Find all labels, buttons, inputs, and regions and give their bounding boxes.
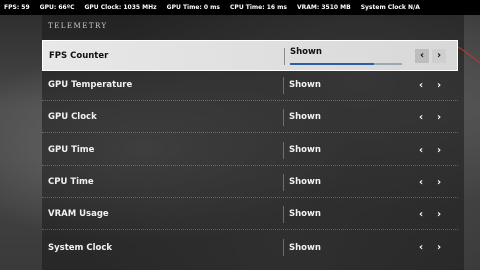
value-progress-bar bbox=[290, 63, 402, 65]
section-title: TELEMETRY bbox=[48, 22, 108, 30]
progress-fill bbox=[290, 63, 374, 65]
setting-row-gpu-temperature[interactable]: GPU Temperature Shown ‹ › bbox=[42, 70, 458, 101]
setting-row-cpu-time[interactable]: CPU Time Shown ‹ › bbox=[42, 167, 458, 198]
setting-label: CPU Time bbox=[48, 177, 94, 187]
hud-gpu-clock: GPU Clock: 1035 MHz bbox=[84, 4, 157, 11]
setting-value: Shown bbox=[289, 209, 321, 219]
row-divider bbox=[283, 239, 284, 256]
chevron-right-icon[interactable]: › bbox=[432, 48, 446, 63]
row-divider bbox=[284, 48, 285, 65]
setting-value: Shown bbox=[289, 145, 321, 155]
row-divider bbox=[283, 174, 284, 191]
chevron-left-icon[interactable]: ‹ bbox=[414, 78, 428, 92]
row-divider bbox=[283, 206, 284, 223]
setting-row-system-clock[interactable]: System Clock Shown ‹ › bbox=[42, 232, 458, 263]
setting-row-gpu-clock[interactable]: GPU Clock Shown ‹ › bbox=[42, 102, 458, 133]
chevron-right-icon[interactable]: › bbox=[432, 207, 446, 221]
chevron-right-icon[interactable]: › bbox=[432, 78, 446, 92]
chevron-right-icon[interactable]: › bbox=[432, 175, 446, 189]
setting-row-gpu-time[interactable]: GPU Time Shown ‹ › bbox=[42, 135, 458, 166]
hud-gpu-time: GPU Time: 0 ms bbox=[166, 4, 221, 11]
row-divider bbox=[283, 142, 284, 159]
chevron-left-icon[interactable]: ‹ bbox=[414, 110, 428, 124]
chevron-left-icon[interactable]: ‹ bbox=[414, 207, 428, 221]
setting-value: Shown bbox=[289, 177, 321, 187]
chevron-left-icon[interactable]: ‹ bbox=[415, 48, 429, 63]
setting-label: VRAM Usage bbox=[48, 209, 109, 219]
setting-value: Shown bbox=[289, 80, 321, 90]
setting-label: System Clock bbox=[48, 242, 113, 253]
setting-label: GPU Clock bbox=[48, 112, 97, 122]
chevron-right-icon[interactable]: › bbox=[432, 143, 446, 157]
setting-row-vram-usage[interactable]: VRAM Usage Shown ‹ › bbox=[42, 199, 458, 230]
row-divider bbox=[283, 77, 284, 94]
hud-fps: FPS: 59 bbox=[4, 4, 30, 11]
chevron-left-icon[interactable]: ‹ bbox=[414, 175, 428, 189]
hud-system-clock: System Clock N/A bbox=[360, 4, 420, 11]
chevron-left-icon[interactable]: ‹ bbox=[414, 241, 428, 255]
hud-vram: VRAM: 3510 MB bbox=[297, 4, 351, 11]
setting-value: Shown bbox=[290, 47, 322, 57]
chevron-left-icon[interactable]: ‹ bbox=[414, 143, 428, 157]
setting-value: Shown bbox=[289, 112, 321, 122]
chevron-right-icon[interactable]: › bbox=[432, 241, 446, 255]
row-divider bbox=[283, 109, 284, 126]
telemetry-hud-bar: FPS: 59 GPU: 66ºC GPU Clock: 1035 MHz GP… bbox=[0, 0, 480, 15]
decoration-line-icon bbox=[458, 46, 480, 64]
hud-gpu-temp: GPU: 66ºC bbox=[39, 4, 75, 11]
setting-row-fps-counter[interactable]: FPS Counter Shown ‹ › bbox=[42, 40, 458, 71]
setting-label: GPU Time bbox=[48, 145, 95, 155]
hud-cpu-time: CPU Time: 16 ms bbox=[230, 4, 287, 11]
setting-label: FPS Counter bbox=[49, 50, 109, 61]
setting-label: GPU Temperature bbox=[48, 80, 133, 90]
setting-value: Shown bbox=[289, 242, 321, 253]
chevron-right-icon[interactable]: › bbox=[432, 110, 446, 124]
